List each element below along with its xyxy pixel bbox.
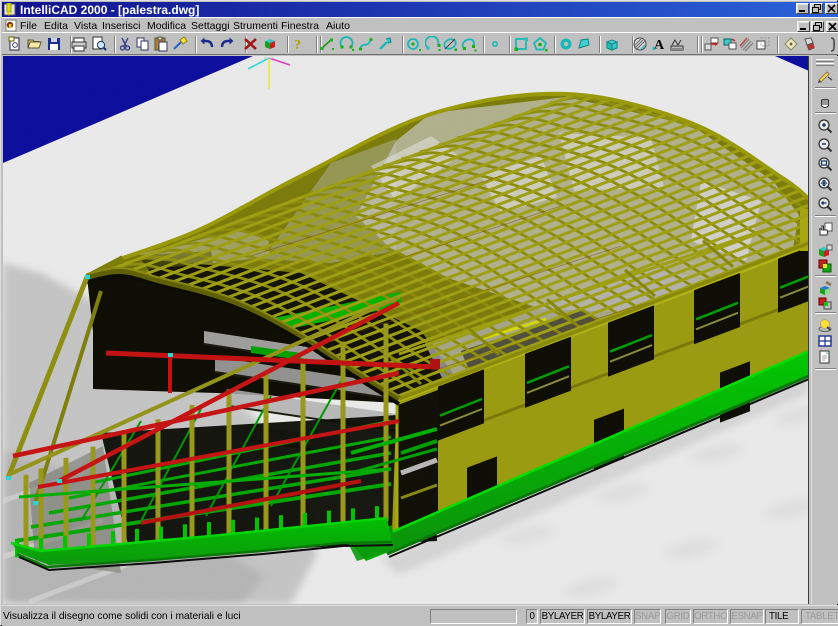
svg-text:?: ?	[294, 38, 301, 53]
svg-text:A: A	[654, 38, 665, 53]
